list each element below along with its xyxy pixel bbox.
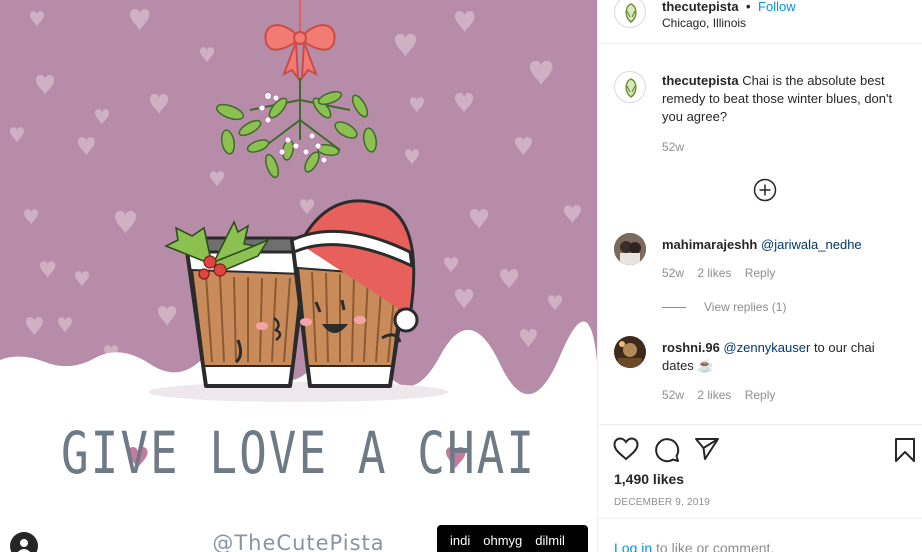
caption-time[interactable]: 52w bbox=[662, 140, 684, 154]
tag-item[interactable]: indi bbox=[450, 533, 470, 548]
heart-icon[interactable] bbox=[613, 437, 639, 466]
load-more-comments-icon[interactable] bbox=[753, 178, 777, 207]
comment-username[interactable]: roshni.96 bbox=[662, 340, 720, 355]
author-avatar[interactable] bbox=[614, 0, 646, 28]
post-location[interactable]: Chicago, Illinois bbox=[662, 16, 746, 30]
post-date[interactable]: DECEMBER 9, 2019 bbox=[614, 497, 710, 508]
view-replies-button[interactable]: View replies (1) bbox=[704, 300, 786, 314]
commenter-avatar[interactable] bbox=[614, 233, 646, 265]
comment-likes[interactable]: 2 likes bbox=[697, 388, 731, 402]
author-username[interactable]: thecutepista bbox=[662, 0, 739, 14]
tag-popup[interactable]: indi ohmyg dilmil bbox=[437, 525, 588, 552]
image-title: GIVE LOVE A CHAI bbox=[60, 419, 537, 487]
bookmark-icon[interactable] bbox=[894, 437, 916, 468]
caption-avatar[interactable] bbox=[614, 71, 646, 103]
comment-meta: 52w 2 likes Reply bbox=[662, 266, 775, 280]
comment-mention[interactable]: @zennykauser bbox=[723, 340, 810, 355]
separator-dot: • bbox=[746, 0, 751, 14]
caption-text-block: thecutepista Chai is the absolute best r… bbox=[662, 72, 902, 126]
post-header: thecutepista • Follow Chicago, Illinois bbox=[598, 0, 922, 44]
comment-text-block: roshni.96 @zennykauser to our chai dates… bbox=[662, 339, 898, 375]
view-replies-line bbox=[662, 307, 686, 308]
commenter-avatar[interactable] bbox=[614, 336, 646, 368]
post-image[interactable]: GIVE LOVE A CHAI @TheCutePista indi ohmy… bbox=[0, 0, 597, 552]
right-chai-cup bbox=[290, 199, 419, 388]
comment-mention[interactable]: @jariwala_nedhe bbox=[761, 237, 862, 252]
comment-likes[interactable]: 2 likes bbox=[697, 266, 731, 280]
left-chai-cup bbox=[164, 220, 310, 388]
comment-meta: 52w 2 likes Reply bbox=[662, 388, 775, 402]
login-link[interactable]: Log in bbox=[614, 540, 652, 552]
share-icon[interactable] bbox=[694, 437, 720, 466]
reply-button[interactable]: Reply bbox=[745, 266, 776, 280]
comment-username[interactable]: mahimarajeshh bbox=[662, 237, 757, 252]
user-tag-icon[interactable] bbox=[10, 532, 38, 552]
tag-item[interactable]: dilmil bbox=[535, 533, 565, 548]
bow bbox=[264, 24, 336, 82]
comment-text-block: mahimarajeshh @jariwala_nedhe bbox=[662, 236, 862, 254]
caption-username[interactable]: thecutepista bbox=[662, 73, 739, 88]
comment-icon[interactable] bbox=[654, 437, 680, 468]
follow-button[interactable]: Follow bbox=[758, 0, 796, 14]
post-side-panel: thecutepista • Follow Chicago, Illinois … bbox=[597, 0, 922, 552]
mistletoe bbox=[215, 78, 378, 179]
tag-item[interactable]: ohmyg bbox=[483, 533, 522, 548]
login-prompt: Log in to like or comment. bbox=[614, 540, 774, 552]
likes-count[interactable]: 1,490 likes bbox=[614, 471, 684, 487]
comment-time[interactable]: 52w bbox=[662, 388, 684, 402]
comment-time[interactable]: 52w bbox=[662, 266, 684, 280]
login-prompt-text: to like or comment. bbox=[652, 540, 775, 552]
login-footer: Log in to like or comment. bbox=[598, 518, 922, 552]
reply-button[interactable]: Reply bbox=[745, 388, 776, 402]
